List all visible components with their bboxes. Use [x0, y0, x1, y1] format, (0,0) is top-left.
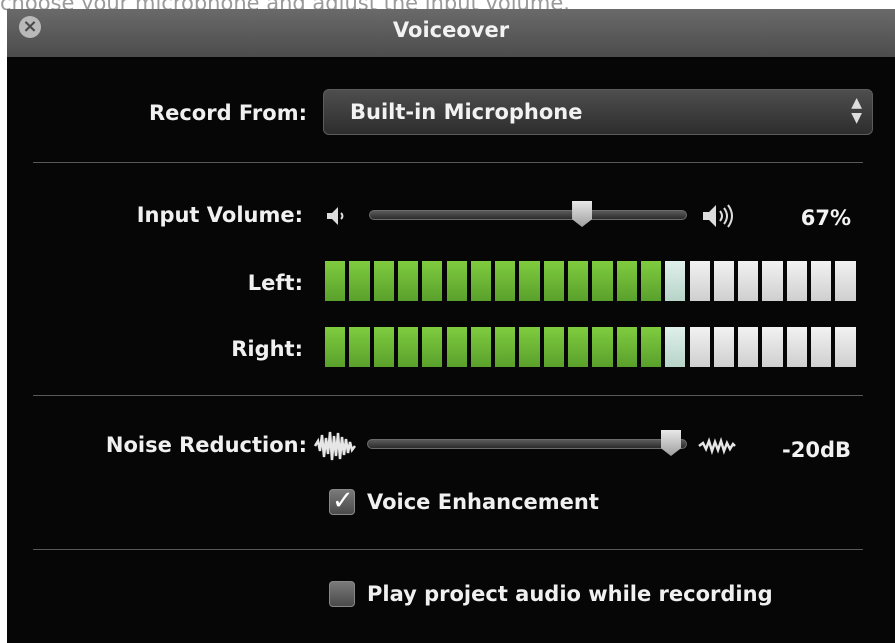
- meter-segment: [738, 327, 759, 367]
- input-volume-value: 67%: [800, 206, 851, 230]
- meter-segment: [665, 327, 686, 367]
- input-volume-label: Input Volume:: [136, 203, 303, 227]
- input-volume-slider[interactable]: [369, 210, 687, 220]
- right-level-meter: [325, 327, 856, 367]
- meter-segment: [397, 327, 419, 367]
- noise-reduction-slider[interactable]: [367, 439, 687, 449]
- meter-segment: [519, 261, 540, 301]
- divider: [33, 395, 863, 396]
- meter-segment: [349, 261, 370, 301]
- meter-segment: [592, 327, 613, 367]
- meter-segment: [397, 261, 419, 301]
- meter-segment: [470, 327, 492, 367]
- meter-segment: [422, 261, 443, 301]
- meter-segment: [373, 261, 394, 301]
- play-project-audio-label: Play project audio while recording: [367, 582, 773, 606]
- meter-segment: [616, 261, 637, 301]
- meter-segment: [592, 261, 613, 301]
- right-meter-label: Right:: [231, 337, 303, 361]
- record-from-label: Record From:: [148, 101, 307, 125]
- meter-segment: [762, 261, 783, 301]
- meter-segment: [665, 261, 686, 301]
- title-bar[interactable]: × Voiceover: [7, 9, 895, 57]
- meter-segment: [689, 261, 710, 301]
- meter-segment: [495, 327, 516, 367]
- meter-segment: [786, 327, 807, 367]
- meter-segment: [568, 261, 589, 301]
- divider: [33, 162, 863, 163]
- meter-segment: [422, 327, 443, 367]
- meter-segment: [640, 261, 662, 301]
- input-volume-knob[interactable]: [572, 201, 593, 227]
- clean-waveform-icon: [698, 436, 736, 456]
- play-project-audio-checkbox[interactable]: [329, 581, 355, 607]
- record-from-value: Built-in Microphone: [350, 100, 583, 124]
- meter-segment: [786, 261, 807, 301]
- record-from-select[interactable]: Built-in Microphone ▲ ▼: [323, 89, 873, 135]
- noise-reduction-label: Noise Reduction:: [105, 433, 307, 457]
- meter-segment: [713, 327, 735, 367]
- meter-segment: [519, 327, 540, 367]
- window-title: Voiceover: [392, 18, 510, 42]
- voice-enhancement-label: Voice Enhancement: [367, 490, 599, 514]
- meter-segment: [835, 327, 856, 367]
- meter-segment: [470, 261, 492, 301]
- meter-segment: [762, 327, 783, 367]
- meter-segment: [325, 327, 346, 367]
- noisy-waveform-icon: [313, 431, 356, 461]
- meter-segment: [543, 261, 564, 301]
- meter-segment: [349, 327, 370, 367]
- meter-segment: [616, 327, 637, 367]
- noise-reduction-value: -20dB: [782, 438, 851, 462]
- speaker-high-icon: [703, 204, 733, 228]
- voiceover-panel: × Voiceover Record From: Built-in Microp…: [7, 9, 895, 643]
- meter-segment: [738, 261, 759, 301]
- meter-segment: [811, 261, 832, 301]
- speaker-low-icon: [327, 207, 344, 225]
- meter-segment: [713, 261, 735, 301]
- meter-segment: [811, 327, 832, 367]
- left-meter-label: Left:: [247, 271, 303, 295]
- updown-arrows-icon: ▲ ▼: [851, 95, 862, 126]
- meter-segment: [568, 327, 589, 367]
- meter-segment: [446, 327, 467, 367]
- meter-segment: [446, 261, 467, 301]
- meter-segment: [373, 327, 394, 367]
- checkmark-icon: ✓: [332, 486, 354, 516]
- meter-segment: [689, 327, 710, 367]
- meter-segment: [495, 261, 516, 301]
- meter-segment: [543, 327, 564, 367]
- meter-segment: [325, 261, 346, 301]
- meter-segment: [640, 327, 662, 367]
- meter-segment: [835, 261, 856, 301]
- divider: [33, 549, 863, 550]
- noise-reduction-knob[interactable]: [661, 430, 681, 456]
- voice-enhancement-checkbox[interactable]: ✓: [329, 486, 355, 516]
- left-level-meter: [325, 261, 856, 301]
